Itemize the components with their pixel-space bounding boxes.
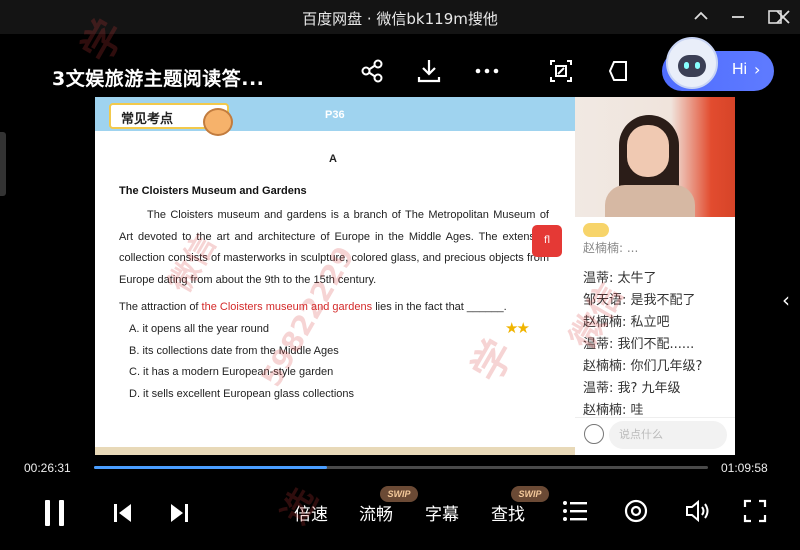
minimize-icon[interactable] [727, 6, 749, 28]
option-a: A. it opens all the year round [129, 323, 270, 335]
smiley-icon[interactable] [584, 424, 604, 444]
subtitle-button[interactable]: 字幕 [425, 500, 459, 525]
next-button[interactable] [168, 502, 190, 528]
expand-panel-icon[interactable]: ‹ [782, 288, 790, 312]
page-number: P36 [325, 109, 345, 121]
pause-button[interactable] [42, 498, 68, 532]
chat-partial-message: 赵楠楠: ... [583, 241, 639, 255]
search-button[interactable]: 查找 [491, 500, 525, 525]
chat-message: 赵楠楠: 你们几年级? [583, 359, 703, 374]
more-icon[interactable] [472, 56, 502, 86]
volume-icon[interactable] [684, 498, 712, 528]
side-handle[interactable] [0, 132, 6, 196]
chat-panel: 赵楠楠: ... 温蒂: 太牛了 邹天语: 是我不配了 赵楠楠: 私立吧 温蒂:… [575, 217, 735, 455]
chat-message: 赵楠楠: 哇 [583, 403, 644, 418]
teacher-webcam [575, 97, 735, 217]
chat-message: 邹天语: 是我不配了 [583, 293, 696, 308]
chat-message: 温蒂: 太牛了 [583, 271, 657, 286]
record-icon[interactable] [623, 498, 649, 528]
chat-message: 赵楠楠: 私立吧 [583, 315, 670, 330]
monkey-mascot-icon [203, 108, 233, 136]
red-envelope-icon[interactable]: fl [532, 225, 562, 257]
passage-text: The Cloisters museum and gardens is a br… [119, 209, 549, 286]
option-d: D. it sells excellent European glass col… [129, 388, 355, 400]
quality-button[interactable]: 流畅 [359, 500, 393, 525]
question-highlight: the Cloisters museum and gardens [201, 301, 373, 313]
assistant-avatar [666, 37, 718, 89]
passage-title: The Cloisters Museum and Gardens [119, 185, 307, 197]
playlist-icon[interactable] [562, 500, 588, 526]
window-title: 百度网盘 · 微信bk119m搜他 [302, 10, 498, 28]
close-button[interactable] [772, 6, 794, 28]
previous-button[interactable] [112, 502, 134, 528]
chevron-right-icon: › [754, 60, 761, 79]
option-b: B. its collections date from the Middle … [129, 345, 339, 357]
current-time: 00:26:31 [24, 461, 71, 475]
topic-tag-label: 常见考点 [121, 112, 174, 127]
emoji-icon [583, 223, 609, 237]
pip-icon[interactable] [546, 56, 576, 86]
section-letter: A [329, 153, 337, 165]
assistant-button[interactable]: Hi › [662, 37, 774, 91]
difficulty-stars: ★★ [505, 319, 530, 337]
speed-button[interactable]: 倍速 [294, 500, 328, 525]
tag-icon[interactable] [604, 56, 634, 86]
lecture-slide: 常见考点 P36 A The Cloisters Museum and Gard… [95, 97, 575, 455]
slide-header: 常见考点 P36 [95, 97, 575, 136]
topic-tag: 常见考点 [109, 103, 233, 136]
chat-message: 温蒂: 我们不配...... [583, 337, 695, 352]
question-stem: The attraction of the Cloisters museum a… [119, 301, 507, 313]
chat-message: 温蒂: 我? 九年级 [583, 381, 681, 396]
video-title: 3文娱旅游主题阅读答... [52, 68, 265, 90]
question-prefix: The attraction of [119, 301, 202, 313]
progress-bar[interactable] [94, 466, 708, 469]
progress-fill [94, 466, 327, 469]
slide-footer-bar [95, 447, 575, 455]
fullscreen-icon[interactable] [742, 498, 768, 528]
option-c: C. it has a modern European-style garden [129, 366, 334, 378]
total-time: 01:09:58 [721, 461, 768, 475]
player-header: 3文娱旅游主题阅读答... Hi › [0, 34, 800, 96]
window-titlebar: 百度网盘 · 微信bk119m搜他 [0, 0, 800, 34]
assistant-label: Hi [732, 61, 748, 78]
question-suffix: lies in the fact that ______. [372, 301, 507, 313]
share-icon[interactable] [358, 56, 388, 86]
download-icon[interactable] [414, 56, 444, 86]
chat-input[interactable]: 说点什么 [609, 421, 727, 449]
pin-icon[interactable] [690, 6, 712, 28]
